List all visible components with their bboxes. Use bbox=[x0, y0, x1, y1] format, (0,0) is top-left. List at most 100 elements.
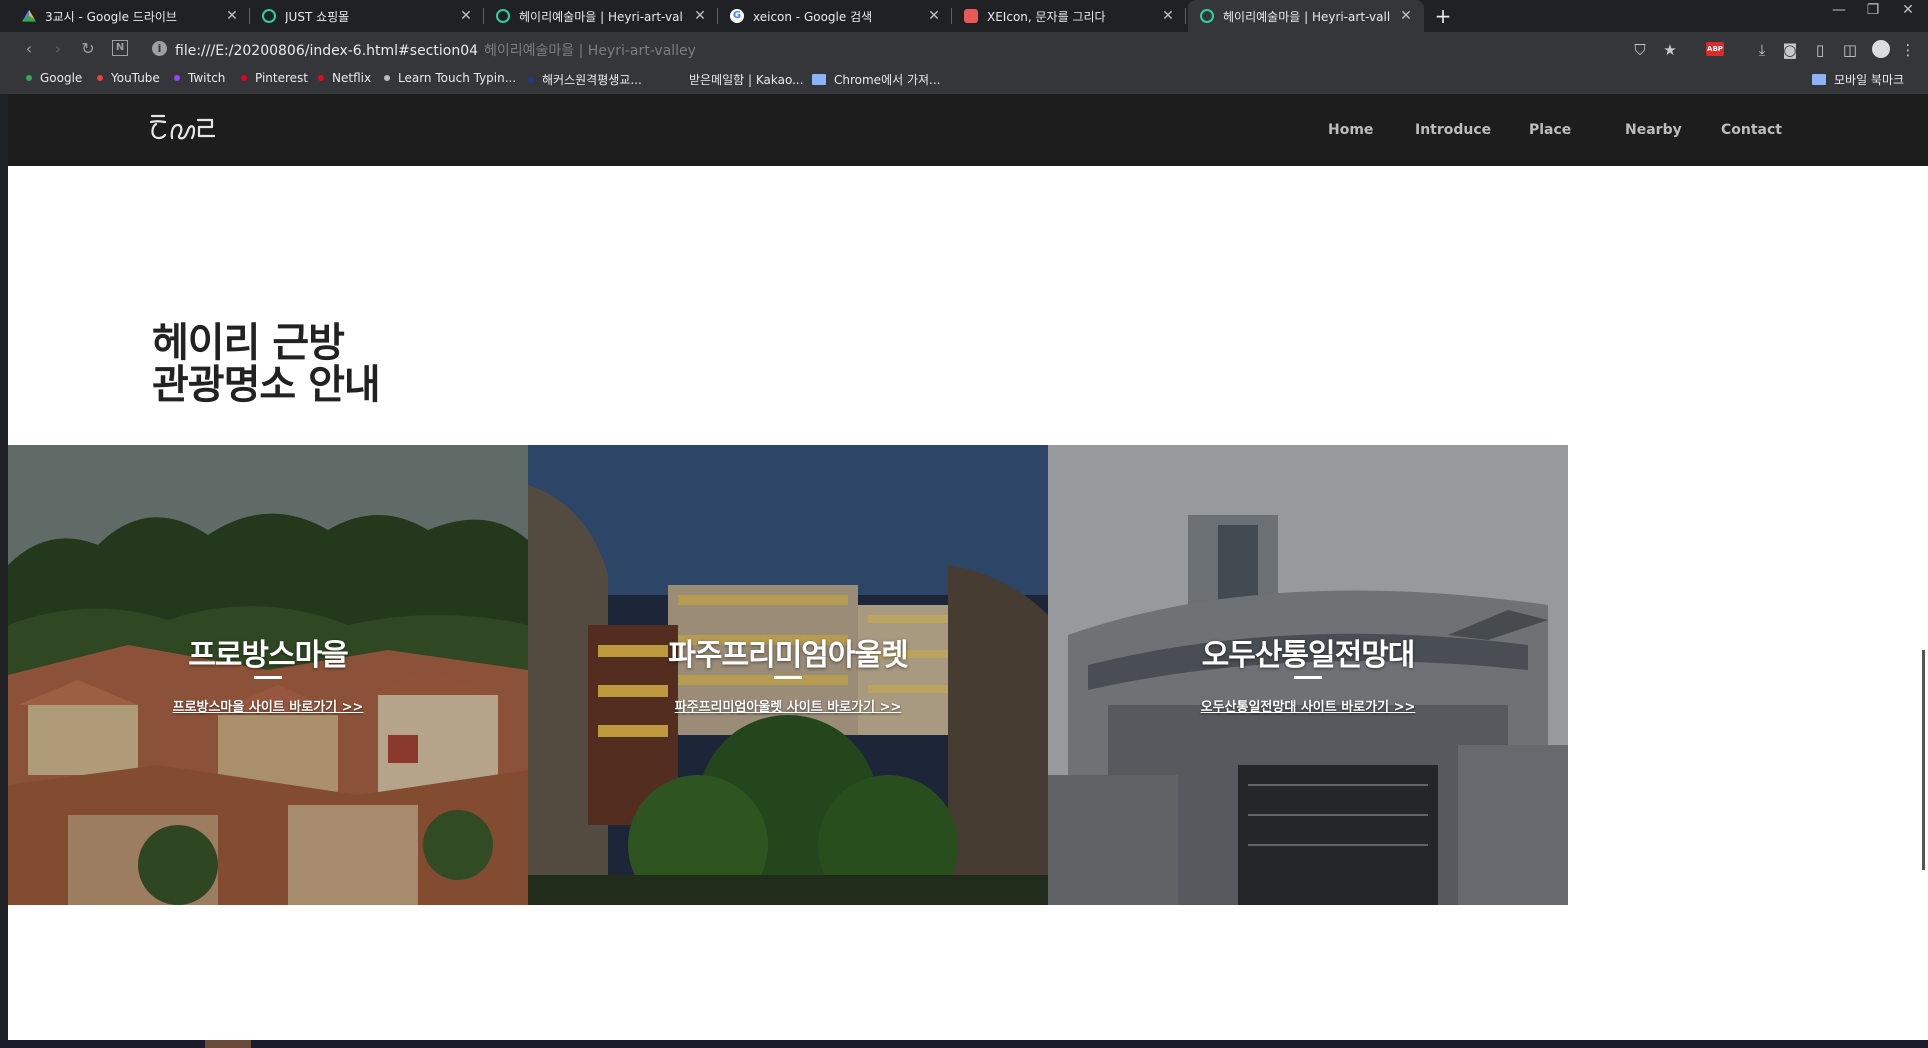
tab-title: JUST 쇼핑몰 bbox=[285, 9, 350, 24]
card-title: 오두산통일전망대 bbox=[1201, 638, 1416, 673]
card-title: 프로방스마을 bbox=[188, 638, 349, 673]
bookmark-label: Twitch bbox=[188, 71, 226, 85]
back-icon[interactable]: ‹ bbox=[18, 39, 40, 59]
tab-title: XEIcon, 문자를 그리다 bbox=[987, 9, 1106, 24]
youtube-icon bbox=[97, 75, 103, 81]
globe-icon bbox=[262, 9, 276, 23]
profile-avatar[interactable] bbox=[1872, 40, 1890, 58]
bookmark-pinterest[interactable]: Pinterest bbox=[241, 71, 308, 85]
kakao-icon bbox=[675, 76, 681, 83]
google-drive-icon bbox=[22, 9, 36, 22]
card-title: 파주프리미엄아울렛 bbox=[668, 638, 908, 673]
site-header: Home Introduce Place Nearby Contact bbox=[8, 94, 1928, 166]
forward-icon[interactable]: › bbox=[47, 39, 69, 59]
close-icon[interactable]: ✕ bbox=[1160, 8, 1176, 24]
browser-tab-strip: 3교시 - Google 드라이브 ✕ JUST 쇼핑몰 ✕ 헤이리예술마을 |… bbox=[0, 0, 1928, 32]
sidebar-icon[interactable]: ◫ bbox=[1840, 41, 1860, 59]
globe-icon bbox=[1200, 9, 1214, 23]
bookmark-netflix[interactable]: Netflix bbox=[318, 71, 371, 85]
download-icon[interactable]: ⤓ bbox=[1752, 41, 1772, 59]
shield-icon[interactable]: ⛉ bbox=[1630, 41, 1650, 59]
site-info-icon[interactable]: i bbox=[152, 41, 167, 56]
google-icon: G bbox=[730, 9, 744, 23]
hackers-icon bbox=[528, 76, 534, 83]
browser-tab[interactable]: 헤이리예술마을 | Heyri-art-valle ✕ bbox=[484, 0, 718, 32]
close-icon[interactable]: ✕ bbox=[692, 8, 708, 24]
browser-tab-active[interactable]: 헤이리예술마을 | Heyri-art-valle ✕ bbox=[1188, 0, 1424, 32]
bookmark-label: Learn Touch Typin... bbox=[398, 71, 517, 85]
bookmark-label: YouTube bbox=[111, 71, 160, 85]
naver-icon[interactable]: N bbox=[112, 40, 128, 56]
pinterest-icon bbox=[241, 75, 247, 81]
browser-tab[interactable]: 3교시 - Google 드라이브 ✕ bbox=[10, 0, 250, 32]
bookmark-label: Google bbox=[40, 71, 83, 85]
bookmark-folder-chrome[interactable]: Chrome에서 가져... bbox=[812, 71, 941, 88]
card-odusan[interactable]: 오두산통일전망대 오두산통일전망대 사이트 바로가기 >> bbox=[1048, 445, 1568, 905]
globe-icon bbox=[496, 9, 510, 23]
nav-introduce[interactable]: Introduce bbox=[1415, 122, 1491, 138]
reader-icon[interactable]: ▯ bbox=[1810, 41, 1830, 59]
adblock-icon[interactable]: ABP bbox=[1706, 42, 1724, 56]
mobile-bookmarks[interactable]: 모바일 북마크 bbox=[1812, 71, 1904, 88]
typing-icon bbox=[384, 75, 390, 81]
bookmark-label: 해커스원격평생교... bbox=[542, 73, 642, 87]
reload-icon[interactable]: ↻ bbox=[77, 39, 99, 59]
title-divider bbox=[774, 676, 802, 679]
nav-home[interactable]: Home bbox=[1328, 122, 1373, 138]
tab-title: 헤이리예술마을 | Heyri-art-valle bbox=[1223, 9, 1390, 24]
card-link[interactable]: 프로방스마을 사이트 바로가기 >> bbox=[8, 696, 528, 715]
browser-tab[interactable]: XEIcon, 문자를 그리다 ✕ bbox=[952, 0, 1186, 32]
menu-icon[interactable]: ⋮ bbox=[1898, 41, 1918, 59]
close-icon[interactable]: ✕ bbox=[224, 8, 240, 24]
bookmark-twitch[interactable]: Twitch bbox=[174, 71, 225, 85]
star-icon[interactable]: ★ bbox=[1660, 41, 1680, 59]
bookmark-google[interactable]: Google bbox=[26, 71, 82, 85]
card-link[interactable]: 파주프리미엄아울렛 사이트 바로가기 >> bbox=[528, 696, 1048, 715]
twitch-icon bbox=[174, 75, 180, 81]
bookmark-youtube[interactable]: YouTube bbox=[97, 71, 160, 85]
folder-icon bbox=[1812, 74, 1826, 85]
browser-tab[interactable]: JUST 쇼핑몰 ✕ bbox=[250, 0, 484, 32]
bookmark-label: Netflix bbox=[332, 71, 372, 85]
close-icon[interactable]: ✕ bbox=[926, 8, 942, 24]
tab-title: xeicon - Google 검색 bbox=[753, 9, 873, 24]
page-scrollbar[interactable] bbox=[1922, 650, 1925, 870]
title-divider bbox=[1294, 676, 1322, 679]
address-bar[interactable]: file:///E:/20200806/index-6.html#section… bbox=[175, 40, 696, 60]
web-page: Home Introduce Place Nearby Contact 헤이리 … bbox=[8, 94, 1928, 1040]
close-window-icon[interactable]: ✕ bbox=[1893, 2, 1923, 18]
browser-tab[interactable]: G xeicon - Google 검색 ✕ bbox=[718, 0, 952, 32]
new-tab-button[interactable]: + bbox=[1431, 4, 1455, 28]
card-link[interactable]: 오두산통일전망대 사이트 바로가기 >> bbox=[1048, 696, 1568, 715]
nav-place[interactable]: Place bbox=[1529, 122, 1571, 138]
title-divider bbox=[254, 676, 282, 679]
close-icon[interactable]: ✕ bbox=[1398, 8, 1414, 24]
tab-title: 헤이리예술마을 | Heyri-art-valle bbox=[519, 9, 684, 24]
folder-icon bbox=[812, 74, 826, 85]
tab-title: 3교시 - Google 드라이브 bbox=[45, 9, 177, 24]
taskbar-item[interactable] bbox=[205, 1040, 251, 1048]
attraction-cards: 프로방스마을 프로방스마을 사이트 바로가기 >> 파주프리미엄아울렛 파주프리… bbox=[8, 445, 1928, 905]
xeicon-icon bbox=[964, 9, 978, 23]
image-overlay bbox=[528, 445, 1048, 905]
restore-icon[interactable]: ❐ bbox=[1858, 2, 1888, 18]
bookmark-label: 받은메일함 | Kakao... bbox=[689, 73, 804, 87]
nav-contact[interactable]: Contact bbox=[1721, 122, 1782, 138]
url-text: file:///E:/20200806/index-6.html#section… bbox=[175, 43, 479, 59]
section-title: 헤이리 근방 관광명소 안내 bbox=[152, 320, 381, 408]
nav-nearby[interactable]: Nearby bbox=[1625, 122, 1682, 138]
camera-icon[interactable]: ◙ bbox=[1780, 41, 1800, 59]
card-provence[interactable]: 프로방스마을 프로방스마을 사이트 바로가기 >> bbox=[8, 445, 528, 905]
bookmark-kakao-mail[interactable]: 받은메일함 | Kakao... bbox=[675, 71, 804, 88]
close-icon[interactable]: ✕ bbox=[458, 8, 474, 24]
bookmark-learn-typing[interactable]: Learn Touch Typin... bbox=[384, 71, 516, 85]
minimize-icon[interactable]: — bbox=[1824, 2, 1854, 18]
bookmark-hackers[interactable]: 해커스원격평생교... bbox=[528, 71, 642, 88]
os-taskbar bbox=[0, 1040, 1928, 1048]
url-page-title: 헤이리예술마을 | Heyri-art-valley bbox=[484, 43, 696, 59]
site-logo[interactable] bbox=[148, 110, 218, 146]
card-paju-outlet[interactable]: 파주프리미엄아울렛 파주프리미엄아울렛 사이트 바로가기 >> bbox=[528, 445, 1048, 905]
image-overlay bbox=[1048, 445, 1568, 905]
bookmark-label: 모바일 북마크 bbox=[1834, 73, 1905, 87]
bookmark-label: Pinterest bbox=[255, 71, 309, 85]
